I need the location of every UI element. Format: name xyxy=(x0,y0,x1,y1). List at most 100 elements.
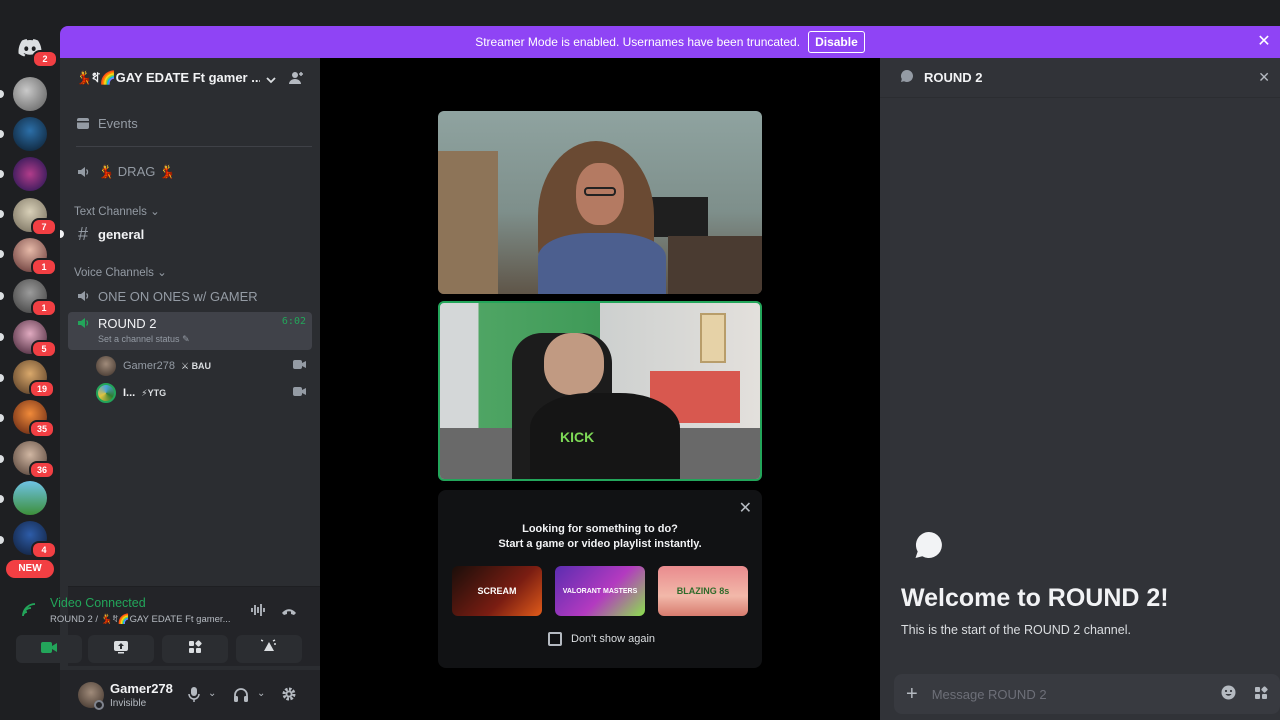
screen-share-button[interactable] xyxy=(88,635,154,663)
server-icon-3[interactable] xyxy=(13,157,47,191)
message-input[interactable]: Message ROUND 2 xyxy=(932,687,1221,702)
sidebar-item-general[interactable]: # general xyxy=(68,219,312,249)
game-tile-scream[interactable]: SCREAM xyxy=(452,566,542,616)
voice-channels-category[interactable]: Voice Channels ⌄ xyxy=(74,265,167,279)
server-header[interactable]: 💃ধ🌈GAY EDATE Ft gamer ... xyxy=(60,58,320,100)
activity-prompt-line2: Start a game or video playlist instantly… xyxy=(498,538,702,550)
server-icon-6[interactable]: 1 xyxy=(13,279,57,317)
emoji-icon[interactable] xyxy=(1221,685,1236,703)
message-composer: + Message ROUND 2 xyxy=(894,674,1280,714)
welcome-title: Welcome to ROUND 2! xyxy=(901,584,1169,612)
chevron-down-icon xyxy=(266,72,276,87)
apps-icon[interactable] xyxy=(1254,685,1268,703)
voice-connection-panel: Video Connected ROUND 2 / 💃ধ🌈GAY EDATE F… xyxy=(16,586,320,666)
sidebar-item-round2[interactable]: ROUND 2 6:02 Set a channel status ✎ xyxy=(68,312,312,350)
discord-home-icon[interactable]: 2 xyxy=(14,32,58,68)
game-tile-blazing-8s[interactable]: BLAZING 8s xyxy=(658,566,748,616)
soundboard-icon xyxy=(260,638,277,660)
soundboard-button[interactable] xyxy=(236,635,302,663)
unread-pip xyxy=(0,210,4,218)
server-icon-12[interactable]: 4 xyxy=(13,521,57,559)
plus-icon[interactable]: + xyxy=(906,683,918,706)
server-badge: 35 xyxy=(29,420,55,438)
server-icon-4[interactable]: 7 xyxy=(13,198,57,236)
server-badge: 1 xyxy=(31,258,57,276)
chat-channel-name: ROUND 2 xyxy=(924,70,983,85)
camera-button[interactable] xyxy=(16,635,82,663)
user-panel: Gamer278 Invisible ⌄ ⌄ xyxy=(60,670,320,720)
divider xyxy=(76,146,312,147)
disconnect-icon[interactable] xyxy=(281,604,297,622)
close-icon[interactable]: ✕ xyxy=(739,498,752,518)
game-tile-valorant[interactable]: VALORANT MASTERS xyxy=(555,566,645,616)
activities-button[interactable] xyxy=(162,635,228,663)
activities-icon xyxy=(188,639,202,659)
server-icon-9[interactable]: 35 xyxy=(13,400,55,438)
game-title: BLAZING 8s xyxy=(676,586,730,596)
invite-people-icon[interactable] xyxy=(288,70,304,89)
video-camera-icon xyxy=(41,640,57,658)
sidebar-item-drag[interactable]: 💃 DRAG 💃 xyxy=(68,157,312,187)
server-badge: 7 xyxy=(31,218,57,236)
category-label: Text Channels xyxy=(74,206,147,218)
couch xyxy=(668,236,762,294)
headphones-icon[interactable] xyxy=(233,687,249,707)
chevron-down-icon[interactable]: ⌄ xyxy=(257,688,265,699)
server-badge: 19 xyxy=(29,380,55,398)
sidebar-item-events[interactable]: Events xyxy=(68,108,312,138)
voice-user-name: I... xyxy=(123,387,136,399)
voice-user[interactable]: I... ⚡YTG xyxy=(96,381,312,405)
server-icon-7[interactable]: 5 xyxy=(13,320,57,358)
close-icon[interactable]: ✕ xyxy=(1254,32,1274,52)
server-icon-10[interactable]: 36 xyxy=(13,441,55,479)
events-label: Events xyxy=(98,115,138,131)
video-stage: KICK ✕ Looking for something to do? Star… xyxy=(320,58,880,720)
close-icon[interactable]: ✕ xyxy=(1258,69,1270,86)
server-badge: 4 xyxy=(31,541,57,559)
channel-status-placeholder[interactable]: Set a channel status xyxy=(98,334,180,344)
glasses xyxy=(584,187,616,196)
server-tag-text: YTG xyxy=(147,387,167,398)
disable-streamer-button[interactable]: Disable xyxy=(808,31,865,53)
round2-label: ROUND 2 xyxy=(98,316,157,331)
dont-show-checkbox[interactable] xyxy=(548,632,562,646)
server-icon-8[interactable]: 19 xyxy=(13,360,55,398)
voice-user[interactable]: Gamer278 ⚔ BAU xyxy=(96,354,312,378)
streamer-mode-message: Streamer Mode is enabled. Usernames have… xyxy=(475,35,801,49)
game-title: SCREAM xyxy=(477,586,517,596)
chat-panel: ROUND 2 ✕ Welcome to ROUND 2! This is th… xyxy=(880,58,1280,720)
general-label: general xyxy=(98,226,145,242)
chevron-down-icon[interactable]: ⌄ xyxy=(208,688,216,699)
voice-location[interactable]: ROUND 2 / 💃ধ🌈GAY EDATE Ft gamer... xyxy=(50,613,250,628)
gear-icon[interactable] xyxy=(281,686,297,707)
unread-pip xyxy=(0,536,4,544)
unread-pip xyxy=(0,333,4,341)
server-badge: 5 xyxy=(31,340,57,358)
server-icon-11[interactable] xyxy=(13,481,47,515)
signal-icon[interactable] xyxy=(22,603,36,622)
microphone-icon[interactable] xyxy=(188,687,200,707)
pencil-icon[interactable]: ✎ xyxy=(182,334,190,344)
avatar xyxy=(96,356,116,376)
status-indicator xyxy=(94,700,104,710)
voice-status[interactable]: Video Connected xyxy=(50,596,146,610)
server-name: 💃ধ🌈GAY EDATE Ft gamer ... xyxy=(76,69,260,85)
noise-suppression-icon[interactable] xyxy=(250,603,266,622)
new-unreads-pill[interactable]: NEW xyxy=(6,560,54,578)
dont-show-label[interactable]: Don't show again xyxy=(571,633,655,645)
dress xyxy=(538,233,666,294)
video-camera-icon xyxy=(293,360,306,372)
speaker-icon xyxy=(74,289,92,303)
one-on-ones-label: ONE ON ONES w/ GAMER xyxy=(98,288,258,304)
text-channels-category[interactable]: Text Channels ⌄ xyxy=(74,204,160,218)
sidebar-item-one-on-ones[interactable]: ONE ON ONES w/ GAMER xyxy=(68,281,312,311)
server-icon-5[interactable]: 1 xyxy=(13,238,57,276)
chat-bubble-icon xyxy=(900,69,914,86)
username[interactable]: Gamer278 xyxy=(110,681,173,696)
server-icon-2[interactable] xyxy=(13,117,47,151)
chat-bubble-icon xyxy=(910,528,946,564)
video-tile-participant-2[interactable]: KICK xyxy=(438,301,762,481)
video-tile-participant-1[interactable] xyxy=(438,111,762,294)
server-icon-1[interactable] xyxy=(13,77,47,111)
voice-user-name: Gamer278 xyxy=(123,360,175,372)
